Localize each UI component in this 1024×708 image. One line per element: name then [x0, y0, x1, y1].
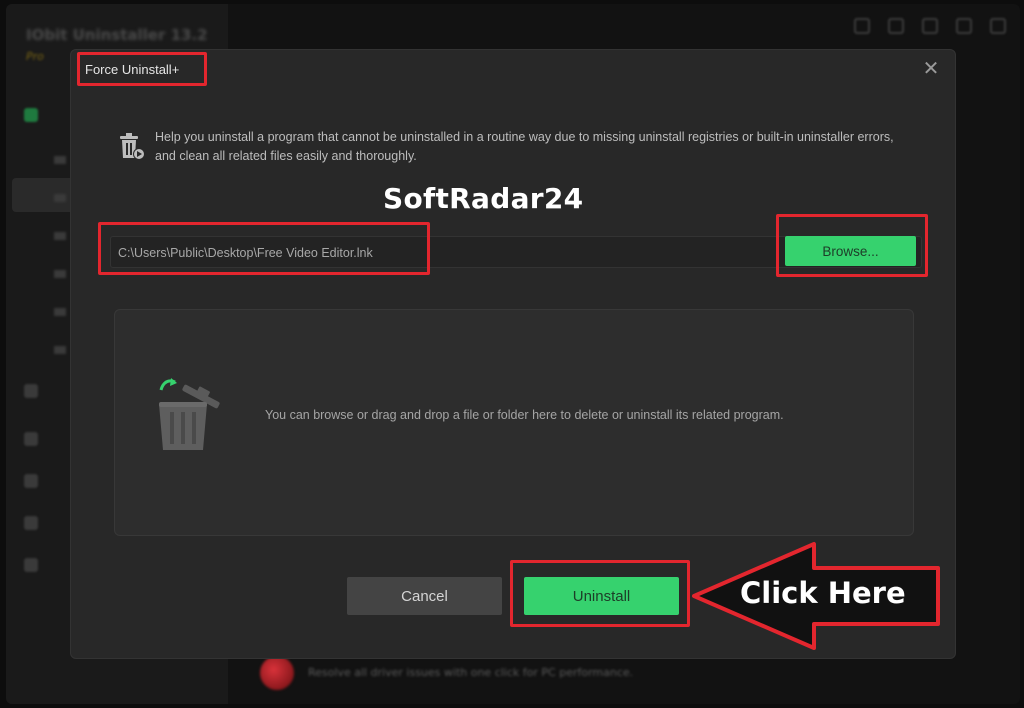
drop-zone-hint: You can browse or drag and drop a file o…	[265, 408, 784, 422]
close-window-icon[interactable]	[990, 18, 1006, 34]
help-description: Help you uninstall a program that cannot…	[155, 130, 894, 163]
maximize-icon[interactable]	[956, 18, 972, 34]
software-updater-icon	[24, 384, 38, 398]
app-edition-badge: Pro	[26, 50, 44, 63]
highlight-uninstall-button	[510, 560, 690, 627]
click-here-label: Click Here	[740, 576, 906, 610]
menu-icon[interactable]	[888, 18, 904, 34]
browser-plugins-icon	[24, 474, 38, 488]
watermark-text: SoftRadar24	[383, 182, 584, 215]
sidebar-subitem	[54, 194, 66, 202]
trash-can-icon	[159, 378, 220, 450]
gift-icon[interactable]	[854, 18, 870, 34]
install-monitor-icon	[24, 432, 38, 446]
highlight-dialog-title	[77, 52, 207, 86]
sidebar-subitem	[54, 346, 66, 354]
driver-booster-icon	[260, 656, 294, 690]
highlight-path-field	[98, 222, 430, 275]
drop-zone[interactable]: You can browse or drag and drop a file o…	[114, 309, 914, 536]
sidebar-subitem	[54, 270, 66, 278]
window-controls	[854, 18, 1006, 34]
windows-apps-icon	[24, 516, 38, 530]
sidebar-subitem	[54, 308, 66, 316]
highlight-browse-button	[776, 214, 928, 277]
minimize-icon[interactable]	[922, 18, 938, 34]
trash-info-icon	[120, 133, 145, 160]
cancel-button[interactable]: Cancel	[347, 577, 502, 615]
action-center-icon	[24, 558, 38, 572]
close-icon[interactable]: ✕	[919, 56, 943, 80]
sidebar-subitem	[54, 156, 66, 164]
programs-icon	[24, 108, 38, 122]
sidebar-subitem	[54, 232, 66, 240]
promo-banner: Resolve all driver issues with one click…	[256, 656, 676, 692]
app-title: IObit Uninstaller 13.2	[26, 26, 208, 44]
banner-text: Resolve all driver issues with one click…	[308, 666, 634, 679]
